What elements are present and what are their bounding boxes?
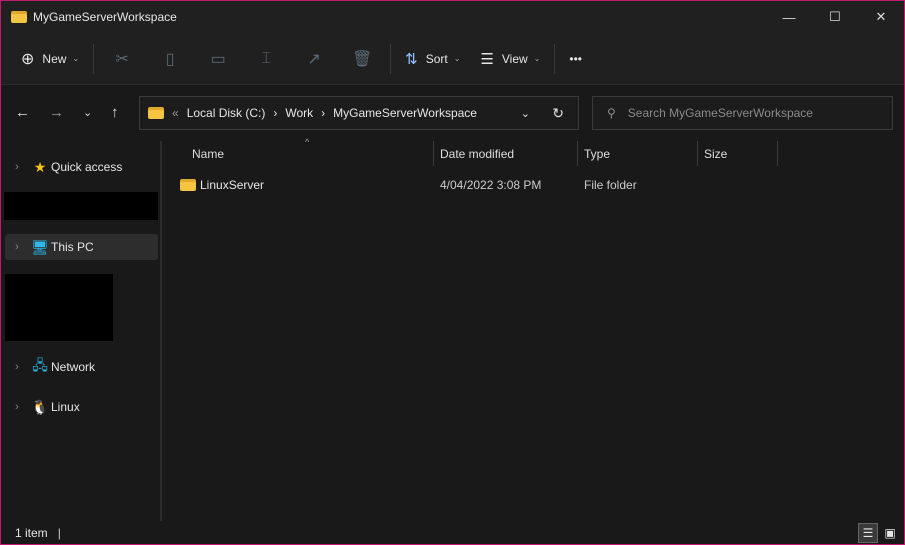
sidebar-item-linux[interactable]: › 🐧 Linux [5, 394, 158, 420]
file-row[interactable]: LinuxServer 4/04/2022 3:08 PM File folde… [176, 174, 776, 196]
breadcrumb-current[interactable]: MyGameServerWorkspace [333, 106, 477, 120]
sort-icon: ⇅ [405, 50, 418, 68]
close-button[interactable]: ✕ [858, 1, 904, 33]
view-button[interactable]: ☰ View ⌄ [470, 41, 550, 77]
status-bar: 1 item | [1, 522, 904, 544]
sidebar-item-network[interactable]: › 🖧 Network [5, 354, 158, 380]
sidebar-label: This PC [51, 240, 94, 254]
rename-button[interactable]: ⌶ [242, 41, 290, 77]
window-title: MyGameServerWorkspace [33, 10, 177, 24]
address-history-chevron-icon[interactable]: ⌄ [521, 107, 530, 120]
sidebar-item-quick-access[interactable]: › ★ Quick access [5, 154, 158, 180]
chevron-down-icon: ⌄ [453, 54, 461, 63]
divider [93, 43, 95, 74]
penguin-icon: 🐧 [31, 398, 49, 415]
sidebar-label: Network [51, 360, 96, 374]
chevron-right-icon[interactable]: › [5, 241, 29, 253]
cut-button[interactable]: ✂ [98, 41, 146, 77]
view-label: View [501, 51, 528, 66]
redacted-area [5, 274, 113, 341]
sidebar-label: Quick access [51, 160, 123, 174]
title-bar: MyGameServerWorkspace — ☐ ✕ [1, 1, 904, 33]
breadcrumb-work[interactable]: Work [285, 106, 313, 120]
refresh-button[interactable]: ↻ [552, 105, 564, 122]
up-button[interactable]: ↑ [111, 104, 119, 121]
overflow-crumb[interactable]: « [172, 106, 179, 120]
maximize-button[interactable]: ☐ [812, 1, 858, 33]
share-icon: ↗ [307, 50, 321, 68]
column-header-date[interactable]: Date modified [440, 141, 514, 167]
rename-icon: ⌶ [261, 49, 271, 67]
forward-button[interactable]: → [49, 104, 64, 121]
share-button[interactable]: ↗ [290, 41, 338, 77]
chevron-down-icon: ⌄ [533, 54, 541, 63]
search-box[interactable]: ⚲ Search MyGameServerWorkspace [592, 96, 893, 130]
search-icon: ⚲ [607, 106, 616, 120]
delete-button[interactable]: 🗑 [338, 41, 386, 77]
redacted-area [4, 192, 158, 220]
scissors-icon: ✂ [115, 50, 129, 68]
paste-button[interactable]: ▭ [194, 41, 242, 77]
folder-icon [11, 11, 27, 23]
recent-locations-button[interactable]: ⌄ [83, 106, 92, 119]
sort-button[interactable]: ⇅ Sort ⌄ [395, 41, 470, 77]
column-header-type[interactable]: Type [584, 141, 610, 167]
tiles-view-icon: ▣ [884, 526, 896, 540]
monitor-icon: 🖥 [31, 238, 49, 255]
chevron-down-icon: ⌄ [72, 54, 80, 63]
minimize-button[interactable]: — [766, 1, 812, 33]
file-type: File folder [584, 178, 637, 192]
divider [390, 43, 392, 74]
address-bar[interactable]: « Local Disk (C:) › Work › MyGameServerW… [139, 96, 579, 130]
pane-divider[interactable] [160, 141, 162, 521]
column-divider[interactable] [777, 141, 778, 166]
column-header-size[interactable]: Size [704, 141, 727, 167]
chevron-right-icon[interactable]: › [5, 401, 29, 413]
more-options-button[interactable]: ••• [559, 41, 592, 77]
back-button[interactable]: ← [15, 104, 30, 121]
column-header-name[interactable]: Name [192, 141, 224, 167]
status-divider: | [57, 526, 61, 540]
sidebar-item-this-pc[interactable]: › 🖥 This PC [5, 234, 158, 260]
plus-circle-icon: ⊕ [21, 50, 35, 68]
command-bar: ⊕ New ⌄ ✂ ▯ ▭ ⌶ ↗ 🗑 ⇅ Sort ⌄ ☰ View ⌄ ••• [1, 33, 904, 85]
details-view-icon: ☰ [862, 526, 874, 540]
tiles-view-button[interactable]: ▣ [880, 523, 900, 543]
chevron-right-icon[interactable]: › [5, 361, 29, 373]
navigation-pane: › ★ Quick access › 🖥 This PC › 🖧 Network › 🐧 Lin… [1, 141, 160, 521]
details-view-button[interactable]: ☰ [858, 523, 878, 543]
new-label: New [42, 51, 67, 66]
sidebar-label: Linux [51, 400, 80, 414]
file-name: LinuxServer [200, 178, 265, 192]
column-divider[interactable] [697, 141, 698, 166]
folder-icon [180, 179, 196, 191]
copy-button[interactable]: ▯ [146, 41, 194, 77]
item-count: 1 item [15, 526, 48, 540]
sort-label: Sort [425, 51, 448, 66]
column-divider[interactable] [433, 141, 434, 166]
copy-icon: ▯ [165, 50, 175, 68]
new-button[interactable]: ⊕ New ⌄ [11, 41, 89, 77]
breadcrumb-separator[interactable]: › [273, 106, 277, 120]
divider [554, 43, 556, 74]
network-icon: 🖧 [32, 357, 48, 373]
chevron-right-icon[interactable]: › [5, 161, 29, 173]
breadcrumb-local-disk[interactable]: Local Disk (C:) [187, 106, 266, 120]
column-divider[interactable] [577, 141, 578, 166]
breadcrumb-separator[interactable]: › [321, 106, 325, 120]
clipboard-icon: ▭ [210, 50, 226, 68]
sort-ascending-icon: ^ [305, 137, 310, 147]
search-placeholder: Search MyGameServerWorkspace [627, 106, 813, 120]
star-icon: ★ [33, 158, 47, 175]
file-explorer-window: MyGameServerWorkspace — ☐ ✕ ⊕ New ⌄ ✂ ▯ ▭ … [0, 0, 905, 545]
folder-icon [148, 107, 164, 119]
file-date: 4/04/2022 3:08 PM [440, 178, 542, 192]
navigation-bar: ← → ⌄ ↑ « Local Disk (C:) › Work › MyGam… [1, 86, 904, 140]
list-icon: ☰ [480, 50, 494, 68]
trash-icon: 🗑 [351, 50, 373, 68]
